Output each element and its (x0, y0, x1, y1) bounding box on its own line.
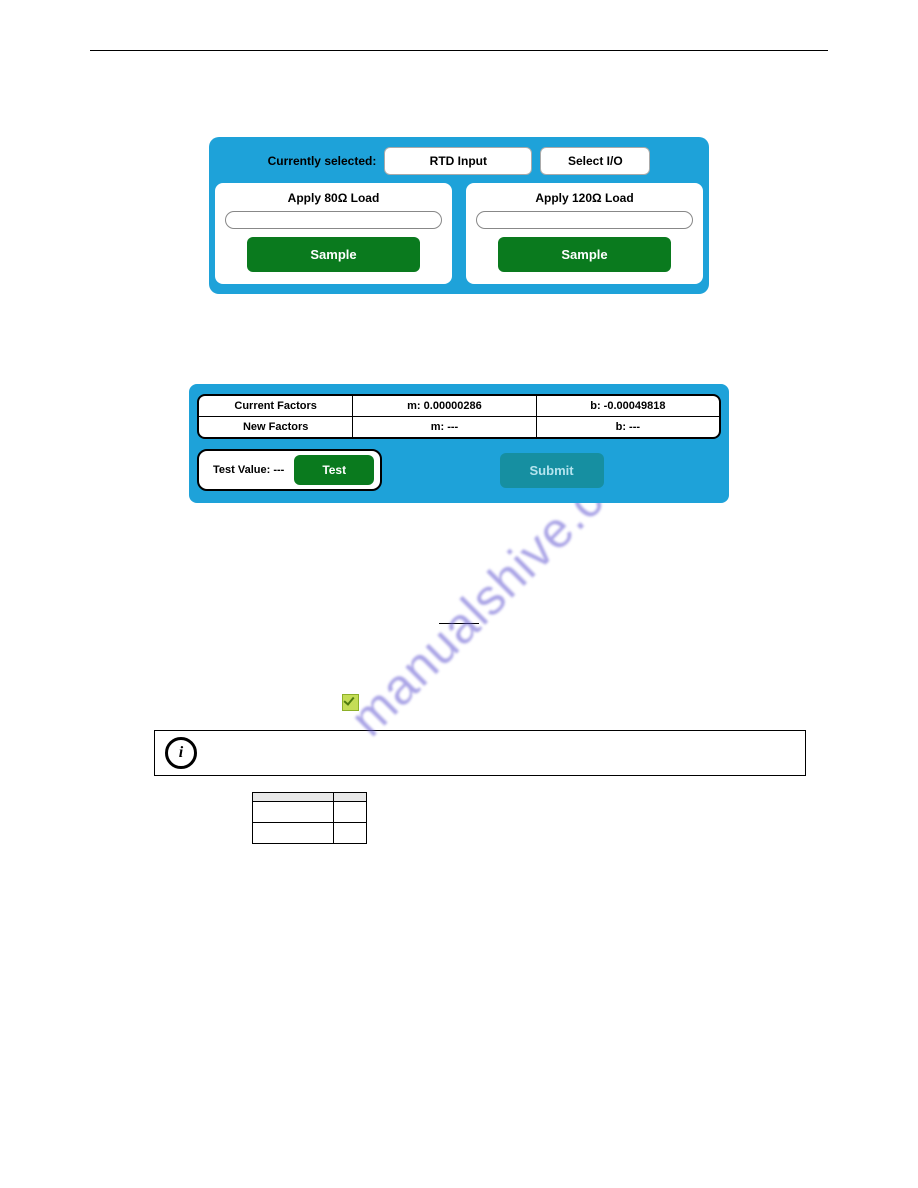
table-header-row (253, 793, 367, 802)
table-cell (253, 802, 334, 823)
top-divider (90, 50, 828, 51)
table-row (253, 802, 367, 823)
current-factors-row: Current Factors m: 0.00000286 b: -0.0004… (199, 396, 719, 417)
table-header-2 (334, 793, 367, 802)
underline-rule (439, 623, 479, 624)
rtd-input-display: RTD Input (384, 147, 532, 175)
new-factors-row: New Factors m: --- b: --- (199, 417, 719, 437)
small-table (252, 792, 367, 844)
apply-80-load-card: Apply 80Ω Load Sample (215, 183, 452, 284)
new-b-value: b: --- (537, 417, 719, 437)
info-callout: i (154, 730, 806, 776)
rtd-panel: Currently selected: RTD Input Select I/O… (209, 137, 709, 294)
load-80-input[interactable] (225, 211, 442, 229)
new-factors-label: New Factors (199, 417, 353, 437)
load-120-input[interactable] (476, 211, 693, 229)
sample-120-button[interactable]: Sample (498, 237, 672, 272)
test-button[interactable]: Test (294, 455, 374, 485)
currently-selected-label: Currently selected: (268, 154, 377, 168)
factors-panel: Current Factors m: 0.00000286 b: -0.0004… (189, 384, 729, 503)
select-io-button[interactable]: Select I/O (540, 147, 650, 175)
document-page: manualshive.com Currently selected: RTD … (0, 0, 918, 1188)
apply-120-load-card: Apply 120Ω Load Sample (466, 183, 703, 284)
table-row (253, 823, 367, 844)
current-m-value: m: 0.00000286 (353, 396, 536, 416)
table-cell (334, 802, 367, 823)
new-m-value: m: --- (353, 417, 536, 437)
info-icon: i (165, 737, 197, 769)
test-value-label: Test Value: --- (205, 464, 284, 476)
current-factors-label: Current Factors (199, 396, 353, 416)
table-header-1 (253, 793, 334, 802)
submit-button[interactable]: Submit (500, 453, 604, 488)
factors-table: Current Factors m: 0.00000286 b: -0.0004… (197, 394, 721, 439)
sample-80-button[interactable]: Sample (247, 237, 421, 272)
table-cell (334, 823, 367, 844)
apply-120-load-title: Apply 120Ω Load (535, 191, 633, 205)
rtd-panel-header: Currently selected: RTD Input Select I/O (221, 147, 697, 175)
test-value-group: Test Value: --- Test (197, 449, 382, 491)
table-cell (253, 823, 334, 844)
apply-80-load-title: Apply 80Ω Load (288, 191, 380, 205)
current-b-value: b: -0.00049818 (537, 396, 719, 416)
checkmark-icon (342, 694, 359, 711)
